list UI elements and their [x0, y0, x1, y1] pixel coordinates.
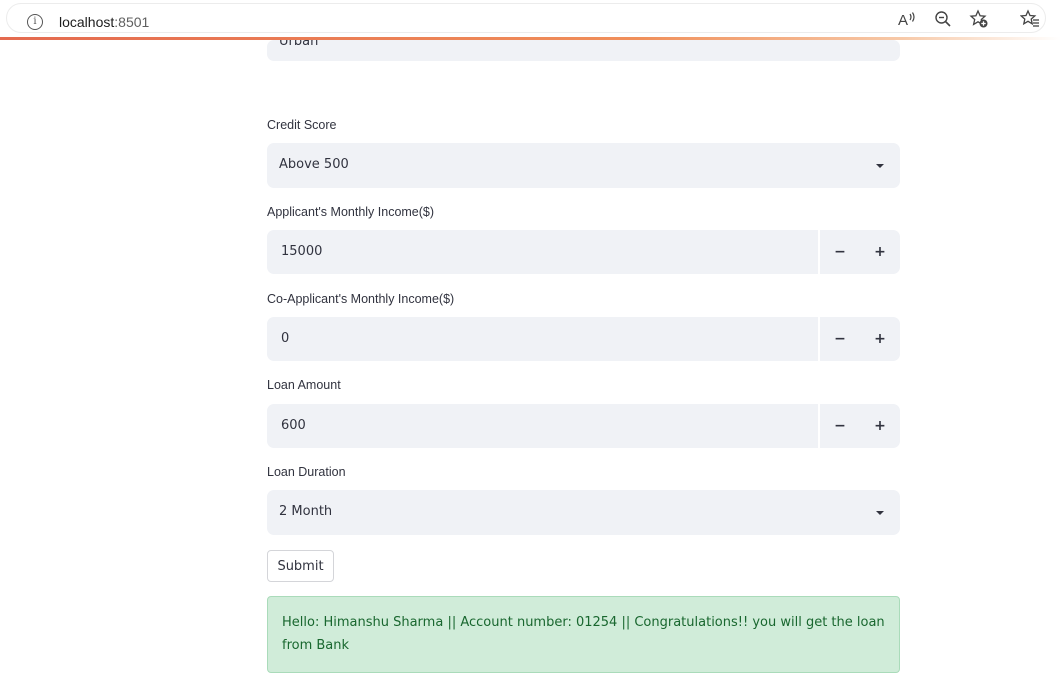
loan-duration-select[interactable]: 2 Month	[267, 490, 900, 535]
url-text[interactable]: localhost:8501	[59, 14, 149, 30]
submit-button[interactable]: Submit	[267, 550, 334, 582]
coapplicant-income-value: 0	[281, 331, 290, 346]
area-select[interactable]: Urban	[267, 40, 900, 61]
browser-toolbar: i localhost:8501 A	[0, 0, 1061, 40]
applicant-income-value: 15000	[281, 244, 323, 259]
coapplicant-income-increment-button[interactable]: +	[860, 317, 900, 361]
url-host: localhost	[59, 14, 115, 30]
read-aloud-icon[interactable]: A	[897, 9, 917, 29]
loan-amount-stepper: − +	[818, 404, 900, 448]
coapplicant-income-stepper: − +	[818, 317, 900, 361]
coapplicant-income-input[interactable]: 0 − +	[267, 317, 900, 361]
credit-score-label: Credit Score	[267, 118, 337, 132]
url-port: :8501	[114, 14, 150, 30]
coapplicant-income-label: Co-Applicant's Monthly Income($)	[267, 292, 455, 306]
applicant-income-label: Applicant's Monthly Income($)	[267, 205, 435, 219]
credit-score-select[interactable]: Above 500	[267, 143, 900, 188]
address-bar[interactable]: i localhost:8501	[6, 3, 1046, 33]
loan-amount-value: 600	[281, 418, 306, 433]
zoom-out-icon[interactable]	[933, 9, 953, 29]
add-favorite-icon[interactable]	[969, 9, 989, 29]
credit-score-value: Above 500	[279, 157, 349, 172]
chevron-down-icon	[876, 511, 884, 515]
loan-duration-value: 2 Month	[279, 504, 333, 519]
coapplicant-income-decrement-button[interactable]: −	[820, 317, 860, 361]
applicant-income-decrement-button[interactable]: −	[820, 230, 860, 274]
loan-amount-increment-button[interactable]: +	[860, 404, 900, 448]
area-select-value: Urban	[279, 40, 319, 49]
success-message: Hello: Himanshu Sharma || Account number…	[282, 615, 885, 653]
loan-duration-label: Loan Duration	[267, 465, 346, 479]
info-icon[interactable]: i	[27, 14, 43, 30]
success-alert: Hello: Himanshu Sharma || Account number…	[267, 596, 900, 673]
svg-text:A: A	[898, 12, 908, 27]
loan-amount-input[interactable]: 600 − +	[267, 404, 900, 448]
favorites-icon[interactable]	[1020, 9, 1040, 29]
applicant-income-input[interactable]: 15000 − +	[267, 230, 900, 274]
loan-amount-decrement-button[interactable]: −	[820, 404, 860, 448]
chevron-down-icon	[876, 164, 884, 168]
loan-amount-label: Loan Amount	[267, 378, 341, 392]
applicant-income-increment-button[interactable]: +	[860, 230, 900, 274]
applicant-income-stepper: − +	[818, 230, 900, 274]
